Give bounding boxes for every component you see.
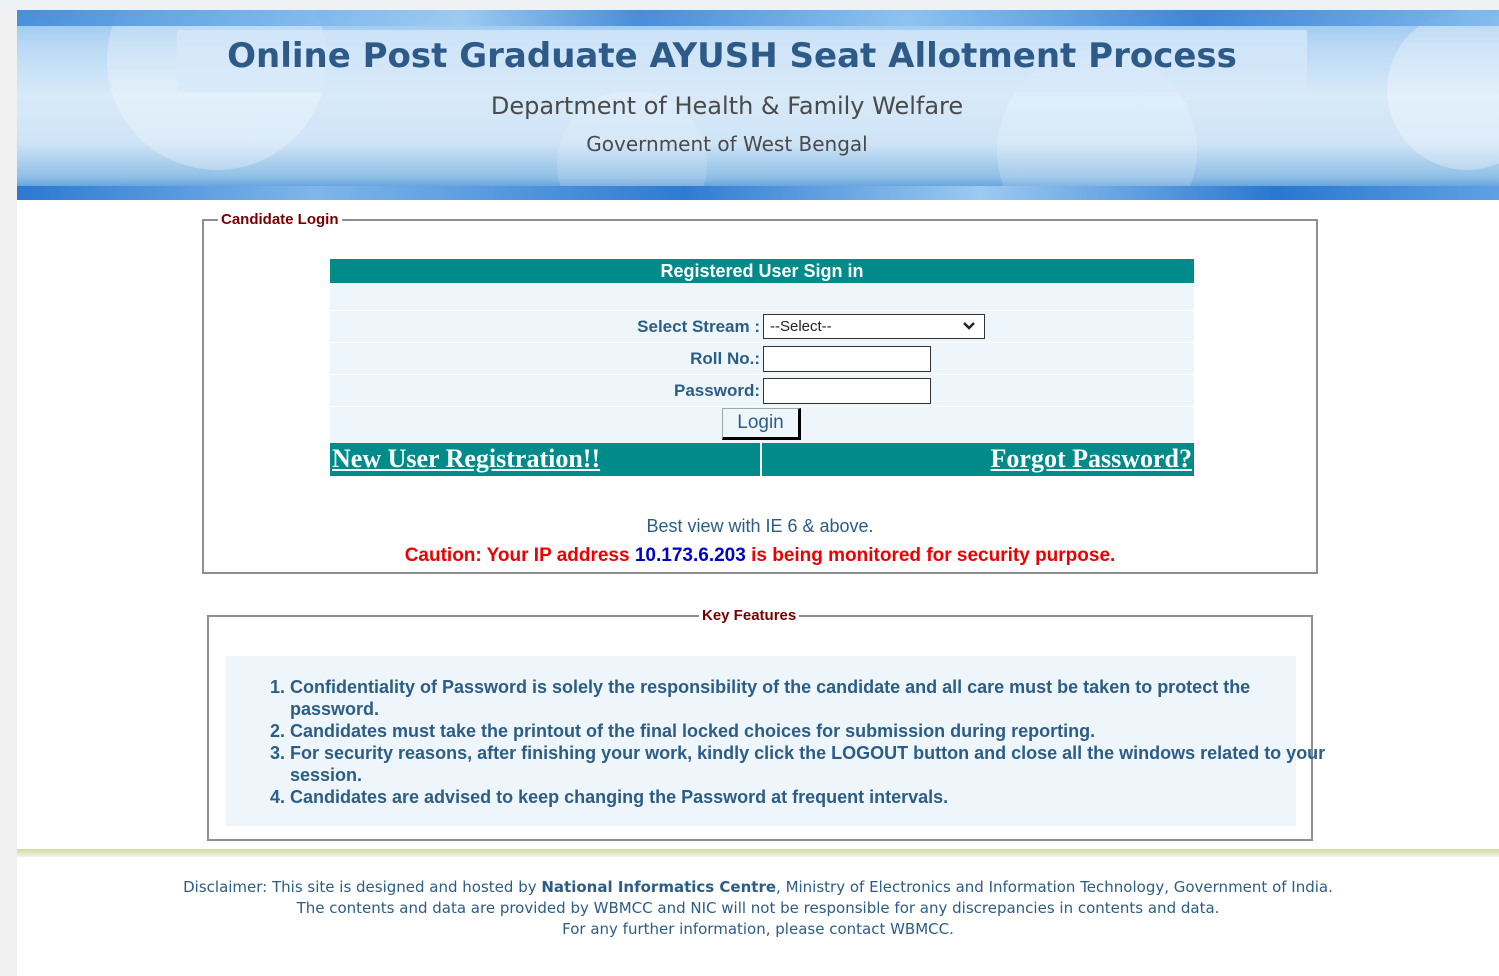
sign-in-header: Registered User Sign in: [330, 259, 1194, 283]
stream-row: Select Stream : --Select--: [330, 310, 1194, 342]
caution-suffix: is being monitored for security purpose.: [745, 545, 1116, 566]
spacer-row: [330, 283, 1194, 310]
stream-label: Select Stream :: [637, 317, 760, 336]
stream-select[interactable]: --Select--: [763, 314, 985, 339]
list-item: For security reasons, after finishing yo…: [290, 742, 1330, 786]
new-user-registration-link[interactable]: New User Registration!!: [332, 445, 600, 473]
best-view-note: Best view with IE 6 & above.: [646, 516, 874, 536]
list-item: Candidates must take the printout of the…: [290, 720, 1330, 742]
government-name: Government of West Bengal: [586, 132, 868, 156]
login-button[interactable]: Login: [722, 408, 801, 440]
forgot-password-link[interactable]: Forgot Password?: [991, 445, 1192, 473]
roll-row: Roll No.:: [330, 342, 1194, 374]
candidate-login-legend: Candidate Login: [218, 211, 342, 229]
disclaimer-line-1: Disclaimer: This site is designed and ho…: [0, 877, 1499, 898]
link-divider: [760, 443, 762, 476]
stream-selected-value: --Select--: [770, 318, 832, 335]
ip-caution: Caution: Your IP address 10.173.6.203 is…: [204, 545, 1316, 567]
chevron-down-icon: [962, 316, 976, 340]
list-item: Candidates are advised to keep changing …: [290, 786, 1330, 808]
links-row: New User Registration!! Forgot Password?: [330, 443, 1194, 476]
disclaimer-prefix: Disclaimer: This site is designed and ho…: [183, 878, 542, 896]
password-row: Password:: [330, 374, 1194, 406]
key-features-legend: Key Features: [699, 607, 800, 625]
disclaimer-suffix: , Ministry of Electronics and Informatio…: [776, 878, 1333, 896]
top-strip: [0, 0, 1499, 10]
page: Online Post Graduate AYUSH Seat Allotmen…: [17, 10, 1499, 976]
header-banner: Online Post Graduate AYUSH Seat Allotmen…: [17, 10, 1499, 200]
ip-address: 10.173.6.203: [634, 545, 746, 566]
disclaimer-line-2: The contents and data are provided by WB…: [296, 899, 1220, 917]
candidate-login-fieldset: Candidate Login Registered User Sign in …: [202, 211, 1318, 574]
password-label: Password:: [674, 381, 760, 400]
banner-bottom-band: [17, 186, 1499, 200]
key-features-fieldset: Key Features Confidentiality of Password…: [207, 607, 1325, 841]
department-name: Department of Health & Family Welfare: [490, 92, 964, 120]
footer-divider: [17, 849, 1499, 857]
features-list: Confidentiality of Password is solely th…: [262, 676, 1330, 808]
nic-name: National Informatics Centre: [541, 878, 777, 896]
sign-in-table: Registered User Sign in Select Stream : …: [330, 259, 1194, 476]
roll-number-input[interactable]: [763, 346, 931, 372]
site-title: Online Post Graduate AYUSH Seat Allotmen…: [227, 36, 1237, 76]
list-item: Confidentiality of Password is solely th…: [290, 676, 1330, 720]
banner-top-band: [17, 10, 1499, 26]
roll-label: Roll No.:: [690, 349, 760, 368]
disclaimer: Disclaimer: This site is designed and ho…: [0, 877, 1499, 940]
disclaimer-line-3: For any further information, please cont…: [562, 920, 954, 938]
password-input[interactable]: [763, 378, 931, 404]
button-row: Login: [330, 406, 1194, 443]
features-box: Confidentiality of Password is solely th…: [226, 656, 1325, 826]
caution-prefix: Caution: Your IP address: [404, 545, 635, 566]
